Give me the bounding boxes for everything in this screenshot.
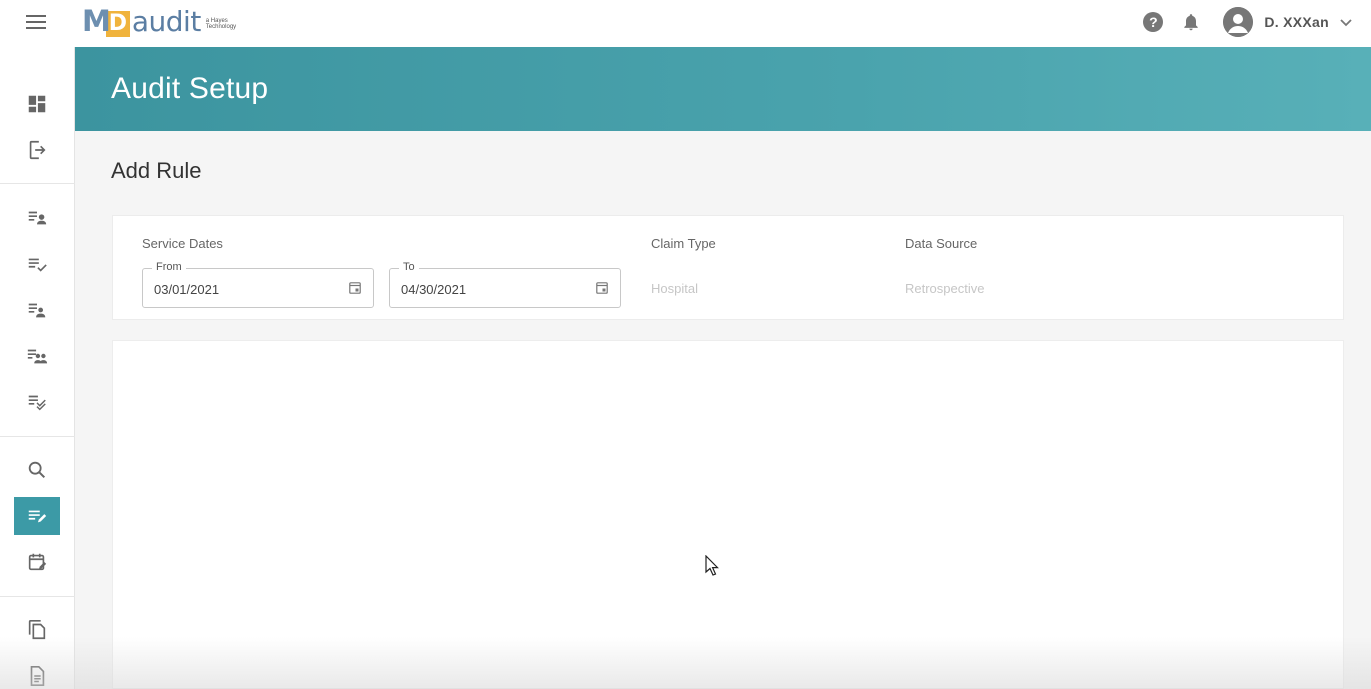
- logo-m: M: [82, 4, 111, 38]
- from-date-field[interactable]: From 03/01/2021: [142, 261, 374, 308]
- to-date-field[interactable]: To 04/30/2021: [389, 261, 621, 308]
- search-icon: [28, 461, 46, 479]
- list-double-check-icon: [28, 395, 46, 411]
- logo-audit: audit: [131, 4, 201, 38]
- exit-icon: [29, 140, 46, 160]
- list-edit-icon: [28, 510, 47, 523]
- page-header-banner: Audit Setup: [75, 47, 1371, 131]
- sidebar-item-checked-list[interactable]: [14, 245, 60, 283]
- service-dates-label: Service Dates: [142, 236, 223, 251]
- sidebar-item-logout[interactable]: [14, 131, 60, 169]
- help-icon[interactable]: ?: [1143, 12, 1164, 32]
- to-legend: To: [399, 261, 419, 273]
- list-check-icon: [28, 258, 47, 272]
- menu-icon[interactable]: [24, 12, 48, 32]
- sidebar-item-calendar[interactable]: [14, 543, 60, 581]
- data-source-label: Data Source: [905, 236, 978, 251]
- sidebar-item-document[interactable]: [14, 657, 60, 689]
- data-source-value: Retrospective: [905, 281, 985, 296]
- claim-type-label: Claim Type: [651, 236, 716, 251]
- page-title: Add Rule: [111, 158, 202, 183]
- dashboard-icon: [28, 95, 46, 113]
- calendar-edit-icon: [28, 553, 47, 571]
- to-date-value[interactable]: 04/30/2021: [401, 282, 466, 297]
- claim-type-value: Hospital: [651, 281, 698, 296]
- sidebar-item-search[interactable]: [14, 451, 60, 489]
- rule-filters-card: Service Dates From 03/01/2021 To 04/30/2…: [112, 215, 1344, 320]
- sidebar-item-group-list[interactable]: [14, 337, 60, 375]
- sidebar-item-assigned-list[interactable]: [14, 199, 60, 237]
- top-bar: M D audit a Hayes Technology ? D. XXXan: [0, 0, 1371, 47]
- sidebar-item-dashboard[interactable]: [14, 85, 60, 123]
- document-icon: [30, 666, 45, 686]
- calendar-icon[interactable]: [349, 281, 361, 294]
- sidebar-item-person-list[interactable]: [14, 291, 60, 329]
- list-person-icon: [28, 211, 47, 225]
- sidebar-item-double-check-list[interactable]: [14, 383, 60, 421]
- sidebar-item-copy[interactable]: [14, 611, 60, 649]
- banner-title: Audit Setup: [111, 72, 269, 105]
- avatar-icon[interactable]: [1223, 7, 1254, 37]
- calendar-icon[interactable]: [596, 281, 608, 294]
- chevron-down-icon[interactable]: [1339, 15, 1353, 29]
- from-legend: From: [152, 261, 186, 273]
- copy-icon: [28, 620, 46, 640]
- list-person-icon: [28, 303, 46, 318]
- bell-icon[interactable]: [1181, 12, 1201, 32]
- list-group-icon: [27, 349, 48, 364]
- app-logo[interactable]: M D audit a Hayes Technology: [82, 4, 236, 38]
- user-name[interactable]: D. XXXan: [1264, 14, 1329, 30]
- sidebar: [0, 47, 75, 689]
- mouse-cursor-icon: [705, 555, 719, 576]
- sidebar-item-audit-setup[interactable]: [14, 497, 60, 535]
- logo-subtitle: a Hayes Technology: [205, 18, 237, 30]
- rule-content-panel: [112, 340, 1344, 689]
- from-date-value[interactable]: 03/01/2021: [154, 282, 219, 297]
